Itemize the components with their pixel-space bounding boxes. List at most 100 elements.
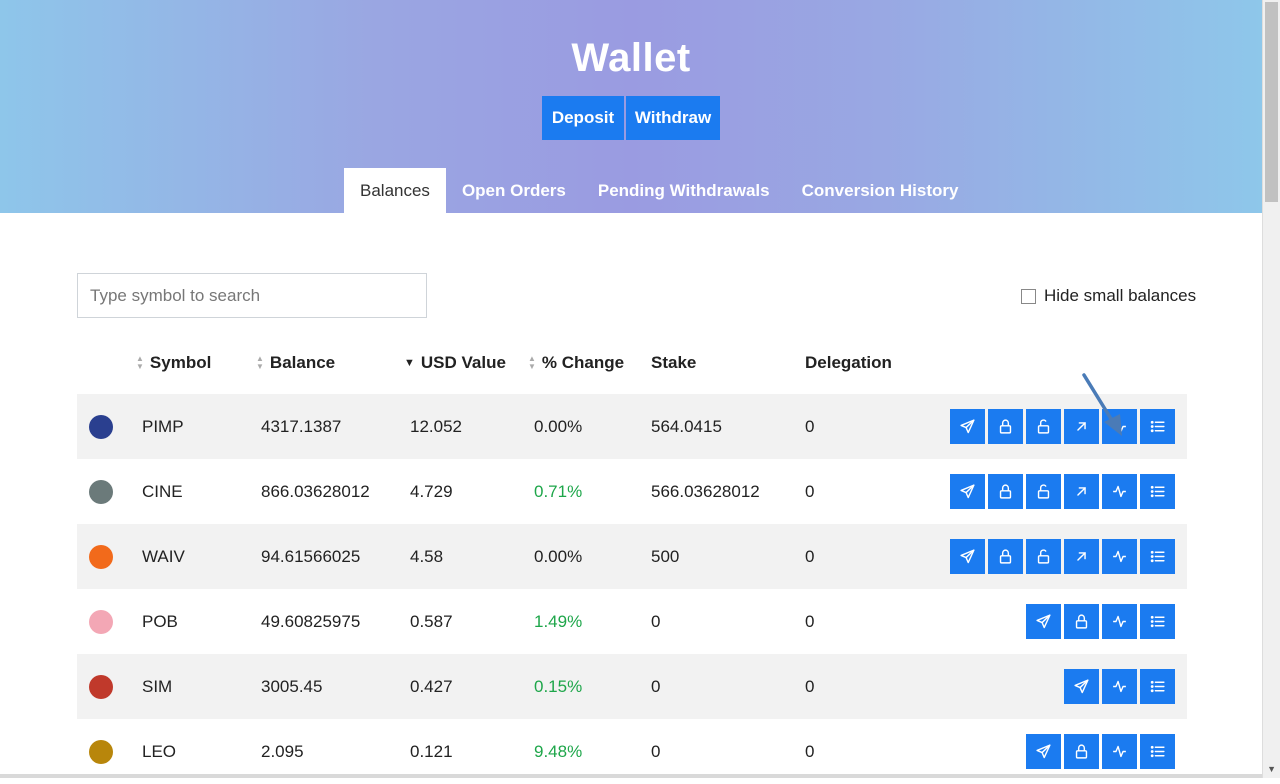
- history-button[interactable]: [1140, 669, 1175, 704]
- chart-icon: [1111, 743, 1128, 760]
- chart-icon: [1111, 483, 1128, 500]
- tab-conversion-history[interactable]: Conversion History: [786, 168, 975, 213]
- history-button[interactable]: [1140, 474, 1175, 509]
- usd-value-cell: 4.58: [410, 546, 444, 566]
- hide-small-balances[interactable]: Hide small balances: [1021, 286, 1196, 306]
- stake-button[interactable]: [988, 409, 1023, 444]
- tab-balances[interactable]: Balances: [344, 168, 446, 213]
- stake-icon: [997, 548, 1014, 565]
- tab-pending-withdrawals[interactable]: Pending Withdrawals: [582, 168, 786, 213]
- history-icon: [1149, 548, 1166, 565]
- token-logo-icon: [89, 415, 113, 439]
- chart-icon: [1111, 678, 1128, 695]
- token-logo-icon: [89, 545, 113, 569]
- token-logo-icon: [89, 480, 113, 504]
- balance-cell: 866.03628012: [261, 481, 370, 501]
- withdraw-button[interactable]: Withdraw: [626, 96, 720, 140]
- chart-button[interactable]: [1102, 604, 1137, 639]
- send-button[interactable]: [950, 539, 985, 574]
- page-scrollbar[interactable]: ▼: [1262, 0, 1280, 778]
- table-row: SIM 3005.45 0.427 0.15% 0 0: [77, 654, 1187, 719]
- page-title: Wallet: [571, 36, 691, 80]
- scrollbar-thumb[interactable]: [1265, 2, 1278, 202]
- send-button[interactable]: [950, 409, 985, 444]
- deposit-button[interactable]: Deposit: [542, 96, 624, 140]
- row-actions: [950, 539, 1175, 574]
- delegate-button[interactable]: [1064, 539, 1099, 574]
- send-button[interactable]: [1064, 669, 1099, 704]
- sort-desc-icon: ▼: [404, 357, 415, 369]
- balance-cell: 49.60825975: [261, 611, 361, 631]
- hide-small-balances-checkbox[interactable]: [1021, 288, 1036, 304]
- history-icon: [1149, 418, 1166, 435]
- chart-icon: [1111, 613, 1128, 630]
- delegate-icon: [1073, 548, 1090, 565]
- column-usd-value-label: USD Value: [420, 353, 506, 372]
- unstake-icon: [1035, 548, 1052, 565]
- symbol-search-input[interactable]: [77, 273, 427, 318]
- column-balance[interactable]: ▲ ▼ Balance: [256, 353, 335, 373]
- change-cell: 0.00%: [534, 546, 583, 566]
- usd-value-cell: 0.587: [410, 611, 453, 631]
- column-change[interactable]: ▲ ▼ % Change: [528, 353, 624, 373]
- history-button[interactable]: [1140, 734, 1175, 769]
- sort-icon: ▲ ▼: [136, 354, 144, 371]
- history-button[interactable]: [1140, 409, 1175, 444]
- send-icon: [959, 548, 976, 565]
- column-symbol-label: Symbol: [149, 353, 212, 372]
- unstake-button[interactable]: [1026, 409, 1061, 444]
- stake-button[interactable]: [988, 539, 1023, 574]
- column-symbol[interactable]: ▲ ▼ Symbol: [136, 353, 211, 373]
- unstake-icon: [1035, 418, 1052, 435]
- stake-button[interactable]: [1064, 604, 1099, 639]
- scroll-down-icon[interactable]: ▼: [1267, 764, 1276, 774]
- send-icon: [1073, 678, 1090, 695]
- unstake-button[interactable]: [1026, 539, 1061, 574]
- change-cell: 0.71%: [534, 481, 583, 501]
- chart-button[interactable]: [1102, 734, 1137, 769]
- delegation-cell: 0: [805, 416, 815, 436]
- send-button[interactable]: [950, 474, 985, 509]
- column-usd-value[interactable]: ▼ USD Value: [404, 353, 506, 373]
- send-icon: [959, 418, 976, 435]
- send-button[interactable]: [1026, 604, 1061, 639]
- unstake-button[interactable]: [1026, 474, 1061, 509]
- unstake-icon: [1035, 483, 1052, 500]
- symbol-cell: POB: [142, 611, 178, 631]
- stake-cell: 566.03628012: [651, 481, 760, 501]
- tab-open-orders[interactable]: Open Orders: [446, 168, 582, 213]
- send-button[interactable]: [1026, 734, 1061, 769]
- column-change-label: % Change: [541, 353, 625, 372]
- annotation-arrow-icon: [1082, 373, 1122, 436]
- symbol-cell: SIM: [142, 676, 173, 696]
- row-actions: [1026, 734, 1175, 769]
- change-cell: 0.15%: [534, 676, 583, 696]
- sort-icon: ▲ ▼: [256, 354, 264, 371]
- delegate-button[interactable]: [1064, 474, 1099, 509]
- stake-button[interactable]: [1064, 734, 1099, 769]
- stake-button[interactable]: [988, 474, 1023, 509]
- change-cell: 0.00%: [534, 416, 583, 436]
- chart-button[interactable]: [1102, 669, 1137, 704]
- stake-icon: [1073, 743, 1090, 760]
- send-icon: [959, 483, 976, 500]
- wallet-header: Wallet Deposit Withdraw Balances Open Or…: [0, 0, 1262, 213]
- send-icon: [1035, 613, 1052, 630]
- chart-icon: [1111, 548, 1128, 565]
- balance-cell: 4317.1387: [261, 416, 342, 436]
- chart-button[interactable]: [1102, 474, 1137, 509]
- column-stake-label: Stake: [651, 353, 697, 372]
- balance-cell: 94.61566025: [261, 546, 361, 566]
- history-button[interactable]: [1140, 604, 1175, 639]
- usd-value-cell: 4.729: [410, 481, 453, 501]
- history-button[interactable]: [1140, 539, 1175, 574]
- hide-small-balances-label: Hide small balances: [1044, 286, 1197, 305]
- stake-cell: 0: [651, 611, 661, 631]
- column-delegation: Delegation: [805, 353, 892, 373]
- chart-button[interactable]: [1102, 539, 1137, 574]
- stake-icon: [1073, 613, 1090, 630]
- delegation-cell: 0: [805, 676, 815, 696]
- balance-cell: 3005.45: [261, 676, 323, 696]
- table-row: PIMP 4317.1387 12.052 0.00% 564.0415 0: [77, 394, 1187, 459]
- stake-cell: 0: [651, 676, 661, 696]
